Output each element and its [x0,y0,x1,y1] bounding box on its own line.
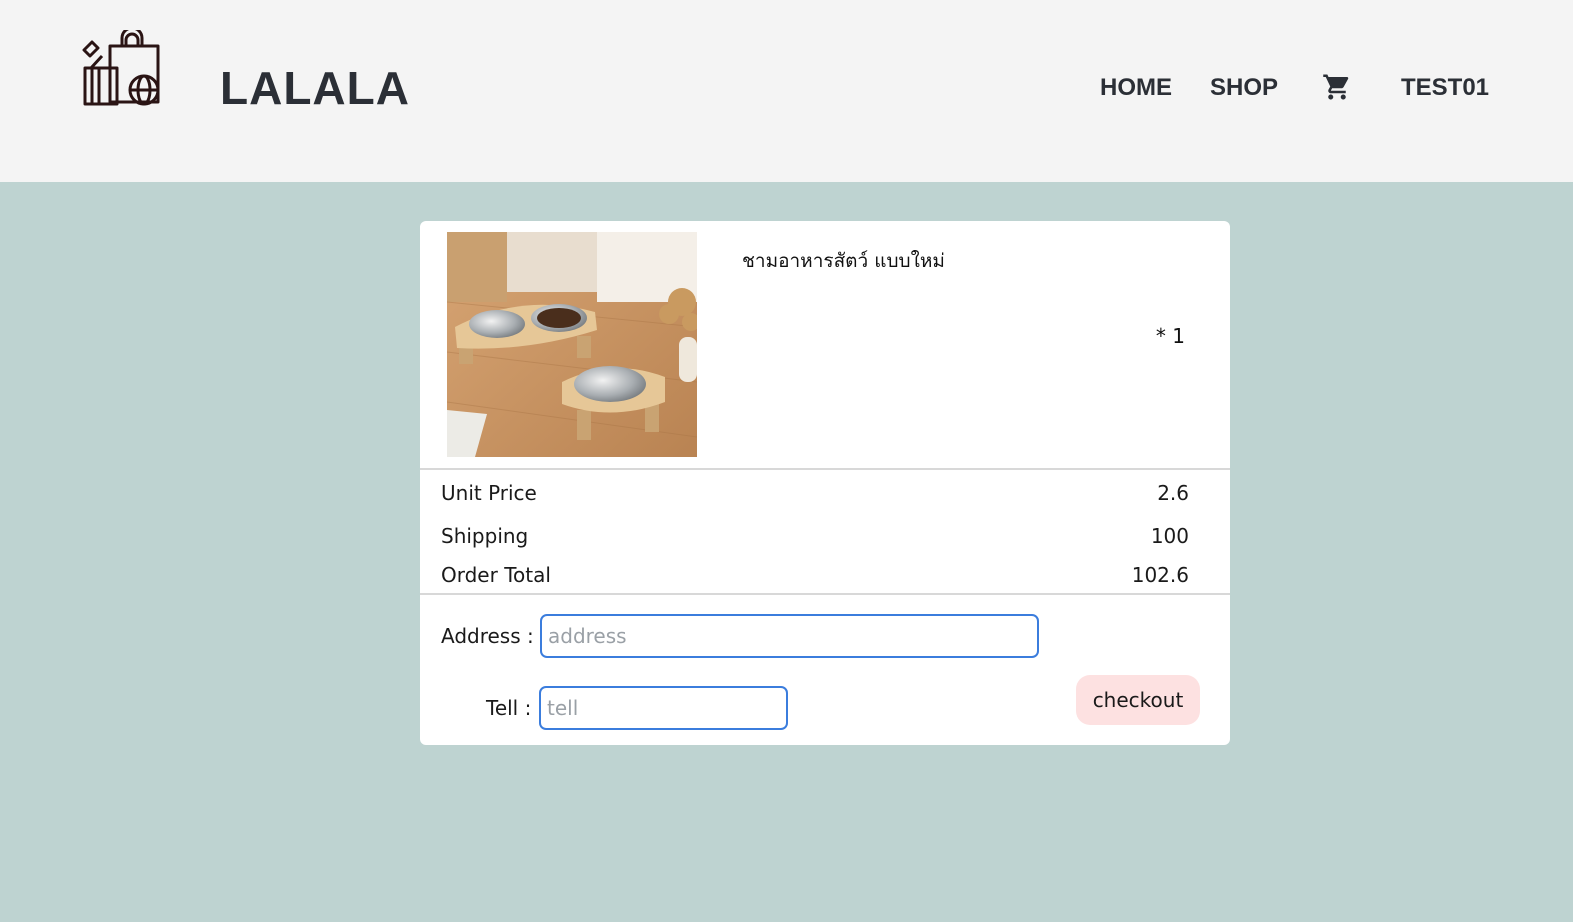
divider [420,593,1230,595]
nav-user-account[interactable]: TEST01 [1401,74,1489,102]
unit-price-value: 2.6 [1157,481,1189,505]
checkout-card: ชามอาหารสัตว์ แบบใหม่ * 1 Unit Price 2.6… [420,221,1230,745]
shopping-bags-icon[interactable] [82,30,162,108]
tell-input[interactable] [539,686,788,730]
product-quantity: * 1 [1155,324,1185,348]
cart-icon[interactable] [1322,72,1352,102]
tell-label: Tell : [486,696,532,720]
checkout-button[interactable]: checkout [1076,675,1200,725]
order-total-value: 102.6 [1131,563,1189,587]
product-name: ชามอาหารสัตว์ แบบใหม่ [742,250,945,272]
pet-bowls-photo [447,232,697,457]
shipping-value: 100 [1150,524,1189,548]
shipping-label: Shipping [441,524,529,548]
order-total-label: Order Total [441,563,551,587]
address-input[interactable] [540,614,1039,658]
address-label: Address : [441,624,534,648]
site-header: LALALA HOME SHOP TEST01 [0,0,1573,182]
unit-price-label: Unit Price [441,481,537,505]
product-image [447,232,697,457]
nav-home[interactable]: HOME [1100,74,1172,102]
nav-shop[interactable]: SHOP [1210,74,1278,102]
divider [420,468,1230,470]
brand-title[interactable]: LALALA [220,62,410,114]
